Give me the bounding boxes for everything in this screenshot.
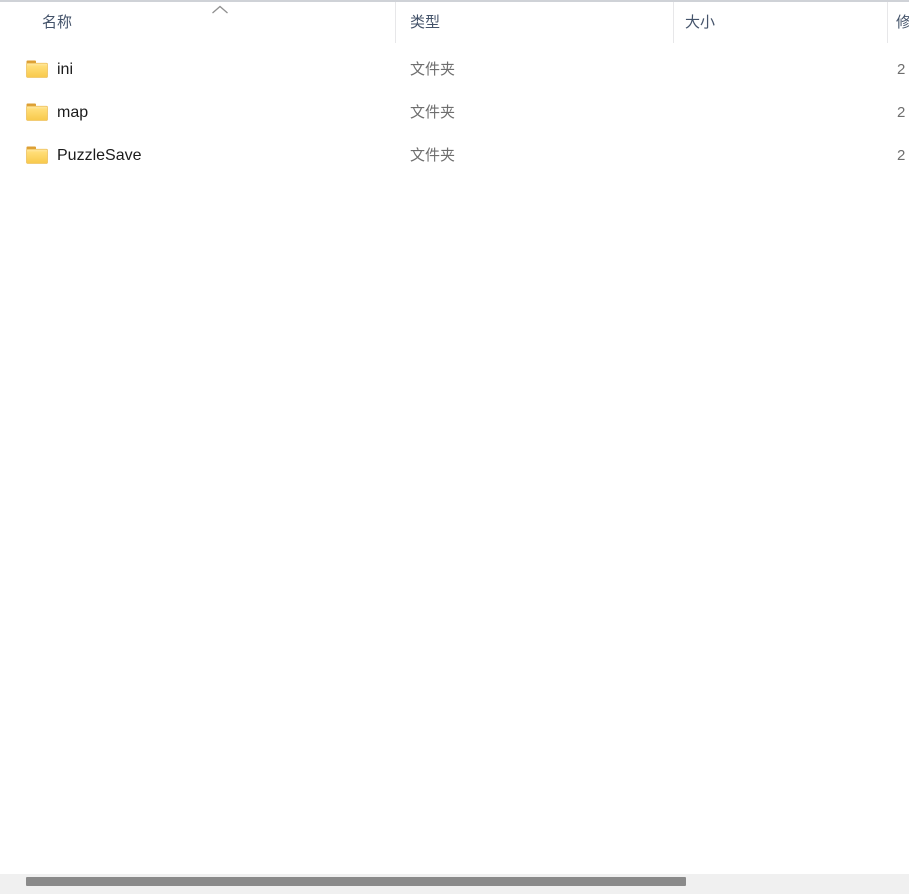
file-date-modified: 2 bbox=[897, 91, 905, 134]
folder-icon bbox=[26, 146, 48, 164]
column-header-row: 名称 类型 大小 修 bbox=[0, 0, 909, 43]
sort-ascending-icon bbox=[211, 2, 229, 12]
file-explorer-pane: 名称 类型 大小 修 ini 文件夹 2 map 文件夹 2 bbox=[0, 0, 909, 894]
file-type: 文件夹 bbox=[410, 48, 455, 91]
file-date-modified: 2 bbox=[897, 134, 905, 177]
horizontal-scrollbar-thumb[interactable] bbox=[26, 877, 686, 886]
file-row[interactable]: ini 文件夹 2 bbox=[0, 48, 909, 91]
folder-icon bbox=[26, 103, 48, 121]
file-date-modified: 2 bbox=[897, 48, 905, 91]
file-row[interactable]: map 文件夹 2 bbox=[0, 91, 909, 134]
file-type: 文件夹 bbox=[410, 134, 455, 177]
horizontal-scrollbar-track[interactable] bbox=[0, 874, 909, 894]
folder-icon bbox=[26, 60, 48, 78]
file-type: 文件夹 bbox=[410, 91, 455, 134]
column-header-name[interactable]: 名称 bbox=[42, 2, 72, 43]
column-resize-handle[interactable] bbox=[887, 2, 888, 43]
file-row[interactable]: PuzzleSave 文件夹 2 bbox=[0, 134, 909, 177]
column-resize-handle[interactable] bbox=[395, 2, 396, 43]
column-resize-handle[interactable] bbox=[673, 2, 674, 43]
column-header-date-modified[interactable]: 修 bbox=[896, 2, 909, 43]
file-name: map bbox=[57, 91, 88, 134]
file-name: ini bbox=[57, 48, 73, 91]
file-name: PuzzleSave bbox=[57, 134, 142, 177]
column-header-size[interactable]: 大小 bbox=[685, 2, 715, 43]
column-header-type[interactable]: 类型 bbox=[410, 2, 440, 43]
